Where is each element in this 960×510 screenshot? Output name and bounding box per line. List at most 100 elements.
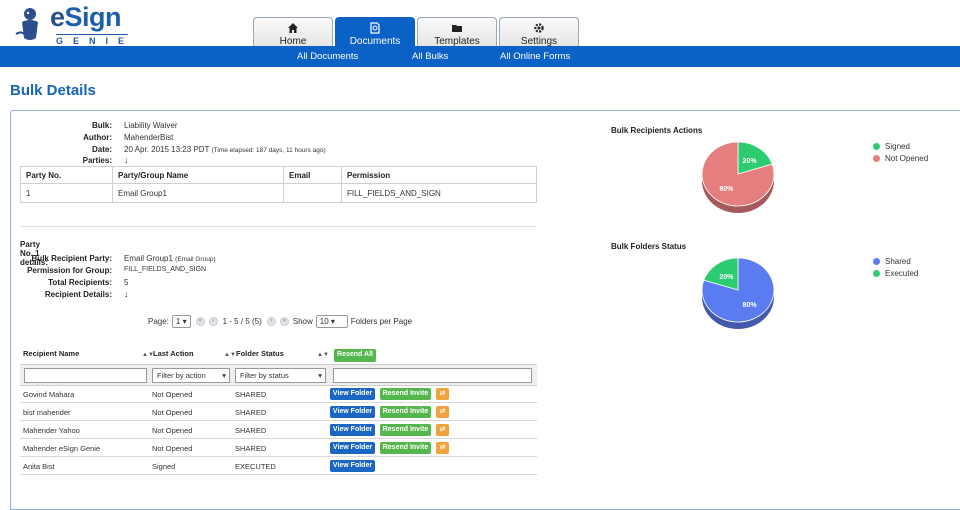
- page-range: 1 - 5 / 5 (5): [222, 316, 262, 326]
- pie-data-label: 80%: [719, 186, 734, 193]
- view-folder-button[interactable]: View Folder: [330, 424, 375, 436]
- folder-status: SHARED: [235, 426, 267, 435]
- legend-swatch: [873, 269, 880, 277]
- bulk-name: Liability Waiver: [124, 121, 178, 130]
- brand-underline: [56, 34, 128, 35]
- pie-data-label: 20%: [719, 274, 734, 281]
- filter-status-select[interactable]: Filter by status ▾: [235, 368, 326, 383]
- recipient-details-label: Recipient Details:: [44, 290, 112, 299]
- gear-icon: [534, 23, 544, 33]
- date-value: 20 Apr. 2015 13:23 PDT (Time elapsed: 18…: [124, 145, 326, 154]
- bulk-label: Bulk:: [92, 121, 112, 130]
- parties-label: Parties:: [82, 156, 112, 165]
- total-recipients-value: 5: [124, 278, 129, 287]
- esign-genie-logo[interactable]: eSign GENIE: [10, 2, 130, 46]
- resend-all-button[interactable]: Resend All: [334, 349, 376, 362]
- chart-legend: Signed Not Opened: [873, 140, 928, 164]
- reassign-icon[interactable]: ⇄: [436, 442, 449, 454]
- prev-page-icon[interactable]: ‹: [208, 316, 218, 326]
- page-label: Page:: [148, 316, 169, 326]
- folders-status-pie: 80% 20%: [701, 257, 775, 329]
- top-header: eSign GENIE Home Documents Templates Set…: [0, 0, 960, 47]
- total-recipients-label: Total Recipients:: [48, 278, 112, 287]
- parties-table: Party No. Party/Group Name Email Permiss…: [20, 166, 537, 203]
- folder-icon: [452, 25, 462, 32]
- reassign-icon[interactable]: ⇄: [436, 406, 449, 418]
- resend-invite-button[interactable]: Resend Invite: [380, 424, 431, 436]
- author-label: Author:: [83, 133, 112, 142]
- last-page-icon[interactable]: »: [279, 316, 289, 326]
- reassign-icon[interactable]: ⇄: [436, 424, 449, 436]
- tab-home[interactable]: Home: [253, 17, 333, 47]
- document-icon: [370, 22, 380, 34]
- home-icon: [288, 23, 298, 33]
- last-action: Not Opened: [152, 444, 193, 453]
- elapsed-time: (Time elapsed: 187 days, 11 hours ago): [211, 147, 326, 154]
- reassign-icon[interactable]: ⇄: [436, 388, 449, 400]
- page-title: Bulk Details: [10, 82, 96, 99]
- col-recipient-name[interactable]: Recipient Name: [23, 349, 79, 363]
- subnav-all-online-forms[interactable]: All Online Forms: [500, 51, 570, 62]
- col-email: Email: [283, 166, 342, 184]
- legend-item[interactable]: Not Opened: [873, 152, 928, 164]
- per-page-select[interactable]: 10 ▾: [315, 314, 348, 328]
- tab-documents[interactable]: Documents: [335, 17, 415, 47]
- table-row: Mahender Yahoo Not Opened SHARED View Fo…: [20, 421, 537, 439]
- recipient-details-toggle-icon[interactable]: ↓: [124, 289, 129, 299]
- party-name-cell: Email Group1: [112, 183, 284, 203]
- brand-sub: GENIE: [56, 36, 135, 46]
- bulk-recipient-party-value: Email Group1 (Email Group): [124, 254, 216, 263]
- last-action: Not Opened: [152, 408, 193, 417]
- recipient-name: Mahender eSign Genie: [23, 444, 101, 453]
- recipient-name: Govind Mahara: [23, 390, 75, 399]
- show-label: Show: [292, 316, 313, 326]
- resend-invite-button[interactable]: Resend Invite: [380, 442, 431, 454]
- party-no-cell: 1: [20, 183, 113, 203]
- legend-item[interactable]: Shared: [873, 255, 918, 267]
- folder-status: SHARED: [235, 444, 267, 453]
- legend-item[interactable]: Signed: [873, 140, 928, 152]
- tab-templates[interactable]: Templates: [417, 17, 497, 47]
- recipients-actions-pie: 20% 80%: [701, 141, 775, 213]
- legend-swatch: [873, 257, 880, 265]
- recipient-name: bist mahender: [23, 408, 71, 417]
- recipient-name: Mahender Yahoo: [23, 426, 80, 435]
- col-last-action[interactable]: Last Action: [153, 349, 194, 363]
- view-folder-button[interactable]: View Folder: [330, 388, 375, 400]
- resend-invite-button[interactable]: Resend Invite: [380, 406, 431, 418]
- folder-status: EXECUTED: [235, 462, 276, 471]
- table-row: Mahender eSign Genie Not Opened SHARED V…: [20, 439, 537, 457]
- sort-status-icon[interactable]: ▲▼: [317, 352, 329, 358]
- main-tabs: Home Documents Templates Settings: [253, 17, 581, 47]
- chart-title: Bulk Folders Status: [611, 242, 687, 251]
- col-folder-status[interactable]: Folder Status: [236, 349, 284, 363]
- sub-navbar: All Documents All Bulks All Online Forms: [0, 46, 960, 67]
- permission-group-label: Permission for Group:: [27, 266, 112, 275]
- col-party-group-name: Party/Group Name: [112, 166, 284, 184]
- sort-action-icon[interactable]: ▲▼: [224, 352, 236, 358]
- filter-name-input[interactable]: [24, 368, 147, 383]
- next-page-icon[interactable]: ›: [266, 316, 276, 326]
- parties-toggle-icon[interactable]: ↓: [124, 155, 129, 165]
- table-row: bist mahender Not Opened SHARED View Fol…: [20, 403, 537, 421]
- legend-item[interactable]: Executed: [873, 267, 918, 279]
- col-party-no: Party No.: [20, 166, 113, 184]
- resend-invite-button[interactable]: Resend Invite: [380, 388, 431, 400]
- table-row: 1 Email Group1 FILL_FIELDS_AND_SIGN: [20, 183, 537, 203]
- bulk-recipient-party-label: Bulk Recipient Party:: [31, 254, 112, 263]
- chart-legend: Shared Executed: [873, 255, 918, 279]
- filter-action-select[interactable]: Filter by action ▾: [152, 368, 230, 383]
- legend-swatch: [873, 142, 880, 150]
- view-folder-button[interactable]: View Folder: [330, 460, 375, 472]
- subnav-all-documents[interactable]: All Documents: [297, 51, 358, 62]
- view-folder-button[interactable]: View Folder: [330, 442, 375, 454]
- view-folder-button[interactable]: View Folder: [330, 406, 375, 418]
- recipient-name: Anita Bist: [23, 462, 55, 471]
- filter-actions-placeholder: [333, 368, 532, 383]
- page-select[interactable]: 1 ▾: [171, 314, 191, 328]
- pie-data-label: 80%: [743, 302, 758, 309]
- first-page-icon[interactable]: «: [195, 316, 205, 326]
- tab-settings[interactable]: Settings: [499, 17, 579, 47]
- party-email-cell: [283, 183, 342, 203]
- subnav-all-bulks[interactable]: All Bulks: [412, 51, 448, 62]
